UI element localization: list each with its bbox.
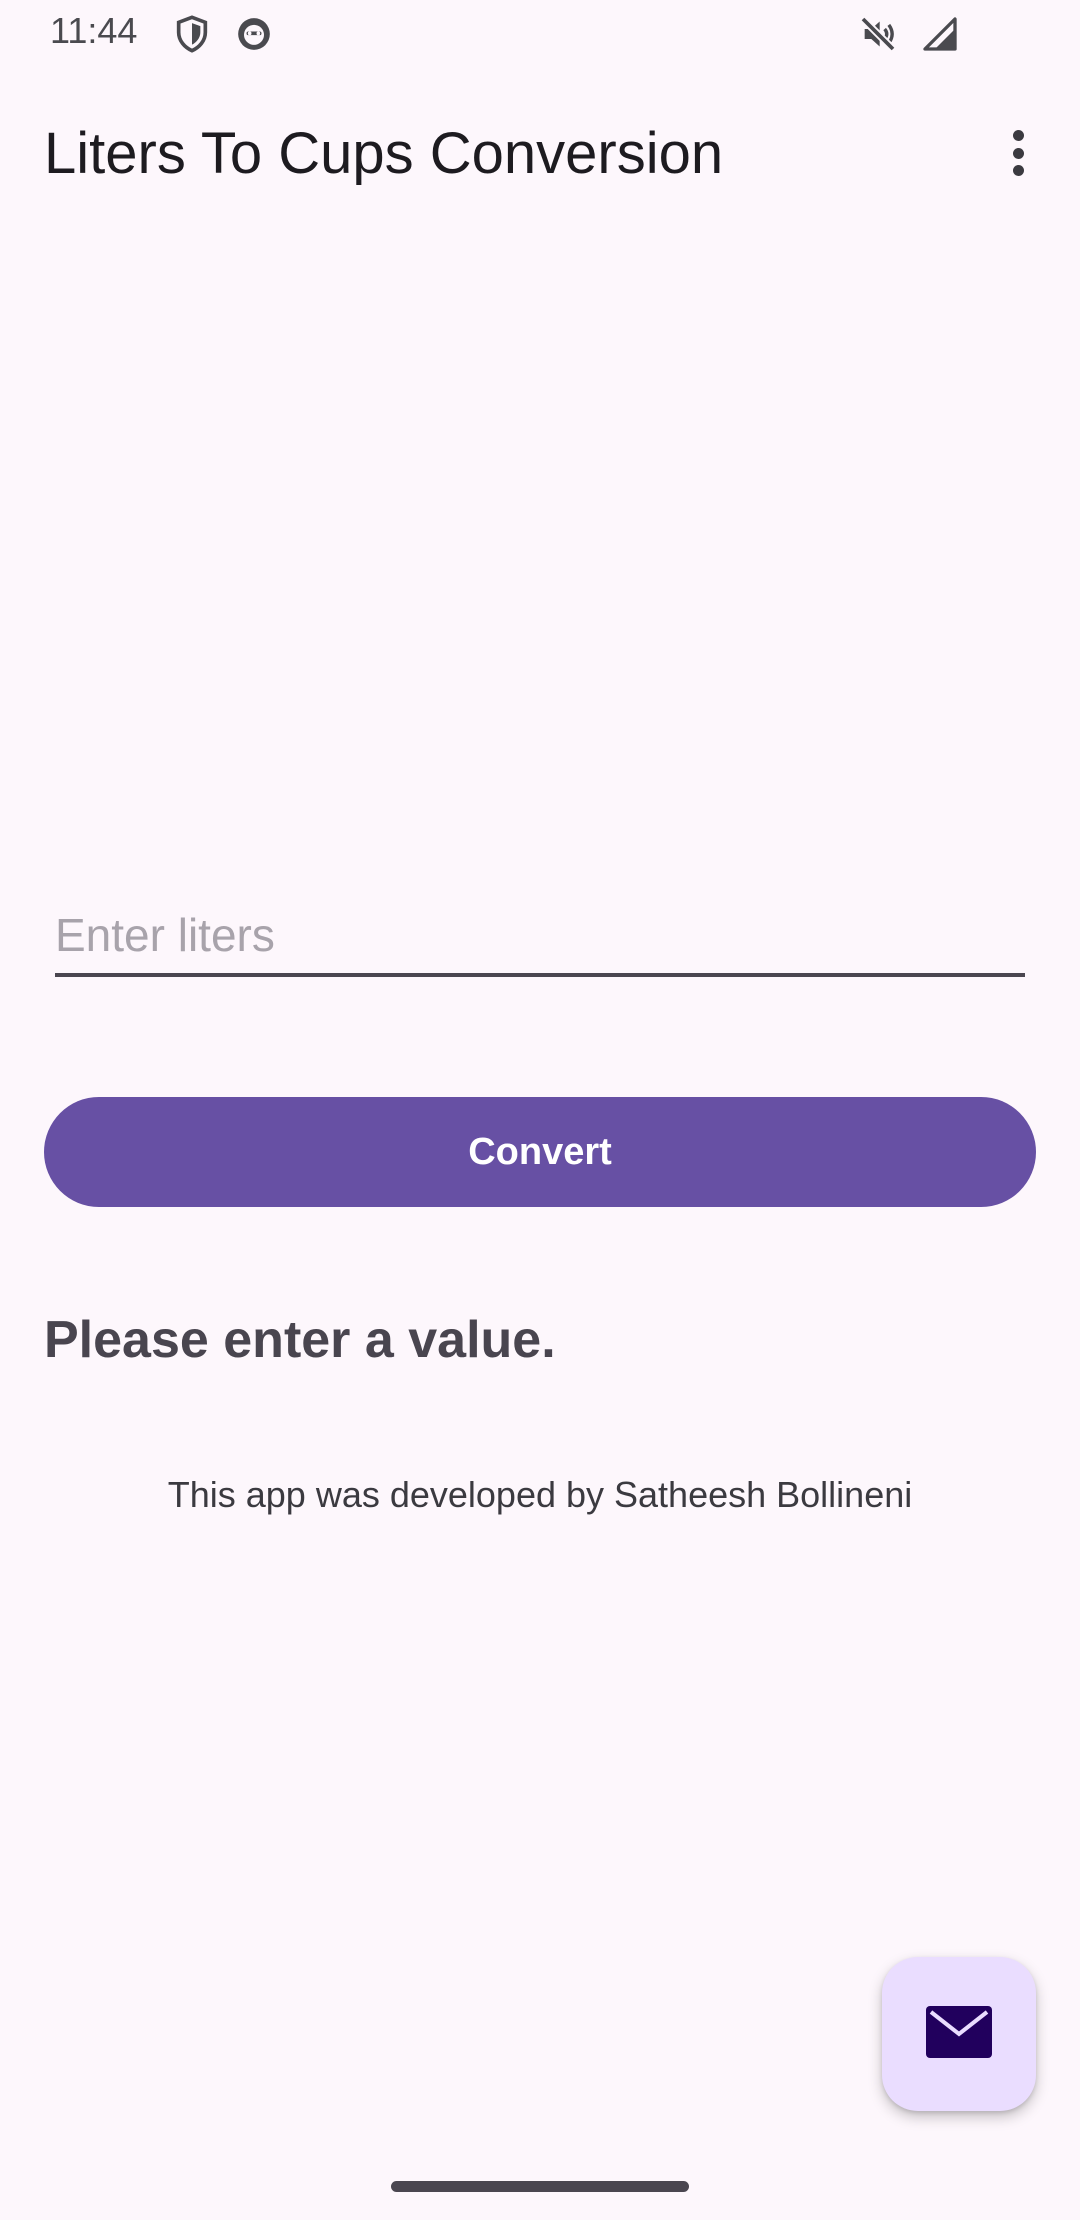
- cat-face-icon: [234, 14, 274, 54]
- home-gesture-bar[interactable]: [391, 2181, 689, 2192]
- more-vert-icon[interactable]: [990, 120, 1046, 186]
- app-title: Liters To Cups Conversion: [44, 121, 724, 186]
- liters-input[interactable]: [55, 905, 1025, 965]
- result-message: Please enter a value.: [44, 1311, 556, 1369]
- status-time: 11:44: [50, 10, 138, 51]
- developer-credit: This app was developed by Satheesh Bolli…: [167, 1474, 913, 1515]
- liters-input-field: [55, 895, 1025, 977]
- menu-dot: [1012, 147, 1024, 159]
- menu-dot: [1012, 165, 1024, 176]
- convert-button[interactable]: Convert: [44, 1097, 1036, 1207]
- status-bar: 11:44: [0, 0, 1080, 64]
- top-app-bar: Liters To Cups Conversion: [0, 90, 1080, 220]
- menu-dot: [1012, 130, 1024, 141]
- mail-icon: [926, 2005, 992, 2063]
- shield-icon: [172, 14, 212, 54]
- email-fab[interactable]: [882, 1957, 1036, 2111]
- signal-icon: [920, 14, 960, 54]
- screen: 11:44 Liters To Cups Conversion Enter li…: [0, 0, 1080, 2220]
- mute-icon: [858, 14, 898, 54]
